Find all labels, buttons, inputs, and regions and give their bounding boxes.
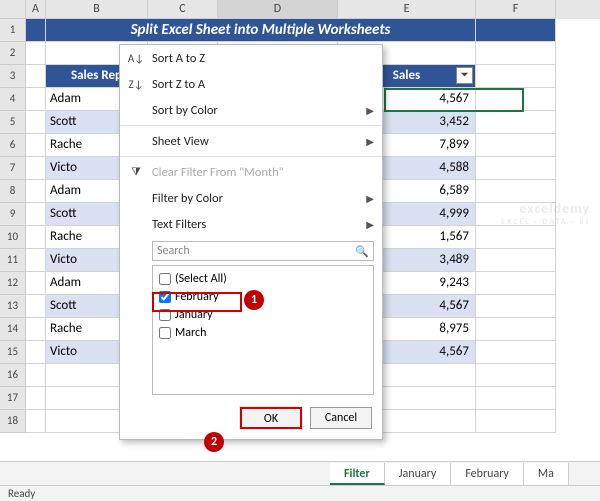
- filter-option-label: March: [175, 326, 206, 340]
- filter-context-menu: A↓ Sort A to Z Z↓ Sort Z to A Sort by Colo…: [119, 44, 383, 440]
- col-header-c[interactable]: C: [148, 0, 218, 19]
- annotation-callout-2: 2: [204, 432, 224, 452]
- row-header[interactable]: 2: [0, 42, 26, 65]
- sort-desc-icon: Z↓: [126, 78, 146, 91]
- row-header[interactable]: 9: [0, 203, 26, 226]
- checkbox-february[interactable]: [159, 291, 171, 303]
- sort-a-z-label: Sort A to Z: [152, 51, 205, 66]
- sort-z-a-label: Sort Z to A: [152, 77, 205, 92]
- clear-filter-icon: ⧩: [126, 165, 146, 179]
- row-header[interactable]: 11: [0, 249, 26, 272]
- row-header[interactable]: 5: [0, 111, 26, 134]
- row-header[interactable]: 3: [0, 65, 26, 88]
- annotation-callout-1: 1: [244, 290, 264, 310]
- page-title: Split Excel Sheet into Multiple Workshee…: [46, 19, 476, 42]
- filter-option-january[interactable]: January: [159, 306, 367, 324]
- sort-by-color-label: Sort by Color: [152, 103, 218, 118]
- row-header[interactable]: 7: [0, 157, 26, 180]
- search-placeholder: Search: [157, 244, 190, 258]
- col-header-a[interactable]: A: [26, 0, 46, 19]
- col-header-e[interactable]: E: [338, 0, 476, 19]
- ok-button[interactable]: OK: [240, 407, 302, 429]
- filter-dialog-buttons: OK Cancel: [120, 399, 382, 439]
- row-header[interactable]: 6: [0, 134, 26, 157]
- col-header-f[interactable]: F: [476, 0, 556, 19]
- sort-by-color[interactable]: Sort by Color ▶: [120, 97, 382, 123]
- tab-february[interactable]: February: [451, 463, 524, 485]
- tab-january[interactable]: January: [385, 463, 452, 485]
- row-header[interactable]: 14: [0, 318, 26, 341]
- filter-option-march[interactable]: March: [159, 324, 367, 342]
- cancel-button[interactable]: Cancel: [310, 407, 372, 429]
- filter-search-input[interactable]: Search 🔍: [152, 241, 374, 261]
- filter-option-label: January: [175, 308, 213, 322]
- filter-option-select-all[interactable]: (Select All): [159, 270, 367, 288]
- filter-values-list[interactable]: (Select All) February January March: [152, 265, 374, 395]
- filter-by-color-label: Filter by Color: [152, 191, 223, 206]
- col-header-d[interactable]: D: [218, 0, 338, 19]
- menu-separator: [120, 156, 382, 157]
- menu-separator: [120, 125, 382, 126]
- filter-dropdown-button[interactable]: [456, 67, 473, 84]
- row-header[interactable]: 16: [0, 364, 26, 387]
- search-icon: 🔍: [355, 245, 369, 258]
- status-bar: Ready: [0, 485, 600, 501]
- row-header[interactable]: 8: [0, 180, 26, 203]
- row-header[interactable]: 17: [0, 387, 26, 410]
- row-header[interactable]: 12: [0, 272, 26, 295]
- text-filters[interactable]: Text Filters ▶: [120, 211, 382, 237]
- sheet-view-label: Sheet View: [152, 134, 209, 149]
- checkbox-select-all[interactable]: [159, 273, 171, 285]
- column-headers: A B C D E F: [0, 0, 600, 19]
- col-header-b[interactable]: B: [46, 0, 148, 19]
- sort-z-a[interactable]: Z↓ Sort Z to A: [120, 71, 382, 97]
- row: 1 Split Excel Sheet into Multiple Workshe…: [0, 19, 600, 42]
- row-header[interactable]: 13: [0, 295, 26, 318]
- chevron-right-icon: ▶: [366, 192, 374, 205]
- row-header[interactable]: 18: [0, 410, 26, 433]
- tab-filter[interactable]: Filter: [330, 463, 385, 485]
- row-header[interactable]: 4: [0, 88, 26, 111]
- row-header[interactable]: 1: [0, 19, 26, 42]
- clear-filter-label: Clear Filter From "Month": [152, 165, 284, 180]
- text-filters-label: Text Filters: [152, 217, 206, 232]
- sheet-tabs: Filter January February Ma: [0, 461, 600, 485]
- filter-option-label: (Select All): [175, 272, 227, 286]
- sort-a-z[interactable]: A↓ Sort A to Z: [120, 45, 382, 71]
- chevron-right-icon: ▶: [366, 104, 374, 117]
- filter-option-label: February: [175, 290, 219, 304]
- tab-march[interactable]: Ma: [524, 463, 569, 485]
- clear-filter: ⧩ Clear Filter From "Month": [120, 159, 382, 185]
- sort-asc-icon: A↓: [126, 52, 146, 65]
- checkbox-march[interactable]: [159, 327, 171, 339]
- row-header[interactable]: 10: [0, 226, 26, 249]
- chevron-right-icon: ▶: [366, 218, 374, 231]
- filter-by-color[interactable]: Filter by Color ▶: [120, 185, 382, 211]
- row-header[interactable]: 15: [0, 341, 26, 364]
- chevron-right-icon: ▶: [366, 135, 374, 148]
- checkbox-january[interactable]: [159, 309, 171, 321]
- sheet-view[interactable]: Sheet View ▶: [120, 128, 382, 154]
- select-all-corner[interactable]: [0, 0, 26, 19]
